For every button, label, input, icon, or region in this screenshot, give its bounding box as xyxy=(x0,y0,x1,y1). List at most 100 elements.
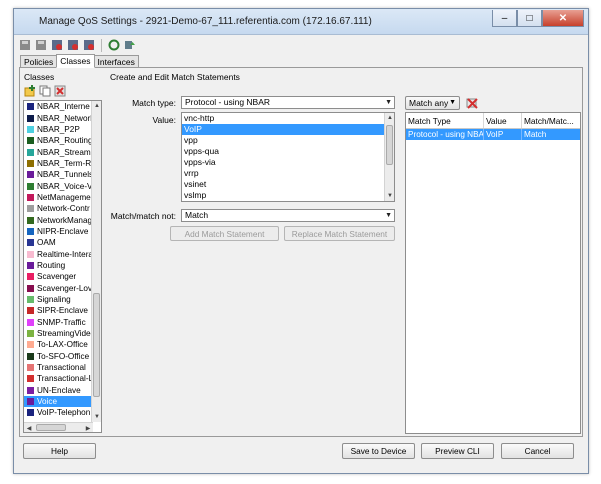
preview-cli-button[interactable]: Preview CLI xyxy=(421,443,494,459)
class-list-item[interactable]: Signaling xyxy=(24,294,101,305)
class-list-item[interactable]: To-LAX-Office xyxy=(24,339,101,350)
disk-gray-icon[interactable] xyxy=(34,38,48,52)
class-list-item[interactable]: NIPR-Enclave xyxy=(24,226,101,237)
scroll-right-icon[interactable]: ▶ xyxy=(83,423,93,432)
column-header[interactable]: Match Type xyxy=(406,113,484,128)
value-list-item[interactable]: vpp xyxy=(182,135,394,146)
value-list-vscrollbar[interactable]: ▲ ▼ xyxy=(384,113,394,201)
scroll-thumb[interactable] xyxy=(386,125,393,165)
class-list-item-label: NetworkManag xyxy=(37,215,93,225)
class-list-item[interactable]: Scavenger xyxy=(24,271,101,282)
shield-red-icon[interactable] xyxy=(82,38,96,52)
scroll-up-icon[interactable]: ▲ xyxy=(385,113,394,123)
add-class-icon[interactable] xyxy=(24,85,36,97)
scroll-down-icon[interactable]: ▼ xyxy=(92,412,101,422)
scroll-down-icon[interactable]: ▼ xyxy=(385,191,394,201)
copy-class-icon[interactable] xyxy=(39,85,51,97)
value-list[interactable]: vnc-http VoIP vpp vpps-qua vpps-via vrrp vsine… xyxy=(181,112,395,202)
class-list-item[interactable]: VoIP-Telephon xyxy=(24,407,101,418)
shield-red-icon[interactable] xyxy=(66,38,80,52)
class-color-swatch xyxy=(27,375,34,383)
save-to-device-button[interactable]: Save to Device xyxy=(342,443,415,459)
class-list-item-label: StreamingVideo xyxy=(37,329,96,339)
class-color-swatch xyxy=(27,125,34,133)
class-list-item-label: NBAR_P2P xyxy=(37,124,80,134)
class-list-item[interactable]: NetManagemer xyxy=(24,192,101,203)
value-list-item[interactable]: vnc-http xyxy=(182,113,394,124)
replace-match-statement-button[interactable]: Replace Match Statement xyxy=(284,226,395,241)
class-list-item[interactable]: To-SFO-Office xyxy=(24,351,101,362)
class-list-hscrollbar[interactable]: ◀ ▶ xyxy=(24,422,93,432)
class-color-swatch xyxy=(27,103,34,111)
class-list-item-label: OAM xyxy=(37,238,56,248)
value-list-item[interactable]: vrrp xyxy=(182,168,394,179)
class-color-swatch xyxy=(27,171,34,179)
minimize-button[interactable]: – xyxy=(492,10,517,27)
class-color-swatch xyxy=(27,273,34,281)
class-list-item[interactable]: NBAR_Voice-Vi xyxy=(24,180,101,191)
value-list-item[interactable]: vslmp xyxy=(182,190,394,201)
class-color-swatch xyxy=(27,261,34,269)
value-list-item[interactable]: VoIP xyxy=(182,124,394,135)
class-list-item[interactable]: Scavenger-Lov xyxy=(24,283,101,294)
match-statement-table[interactable]: Match Type Value Match/Matc... Protocol … xyxy=(405,112,581,434)
scroll-thumb[interactable] xyxy=(36,424,66,431)
class-color-swatch xyxy=(27,182,34,190)
class-list-item[interactable]: Voice xyxy=(24,395,101,408)
class-list-item-label: To-LAX-Office xyxy=(37,340,88,350)
class-list-item[interactable]: Transactional xyxy=(24,362,101,373)
class-list-item-label: NBAR_Tunnels xyxy=(37,170,94,180)
class-list-item[interactable]: SNMP-Traffic xyxy=(24,317,101,328)
shield-red-icon[interactable] xyxy=(50,38,64,52)
match-mode-select[interactable]: Match any ▼ xyxy=(405,96,460,110)
main-toolbar xyxy=(18,36,137,54)
match-not-select[interactable]: Match ▼ xyxy=(181,209,395,222)
class-color-swatch xyxy=(27,364,34,372)
scroll-thumb[interactable] xyxy=(93,293,100,397)
class-list-vscrollbar[interactable]: ▲ ▼ xyxy=(91,101,101,422)
value-list-item[interactable]: vpps-via xyxy=(182,157,394,168)
class-list[interactable]: NBAR_Interne NBAR_Network NBAR_P2P NBAR_Rou… xyxy=(23,100,102,433)
class-list-item-label: NBAR_Term-Re xyxy=(37,158,96,168)
class-list-item[interactable]: Routing xyxy=(24,260,101,271)
class-list-item-label: VoIP-Telephon xyxy=(37,408,91,418)
table-cell: VoIP xyxy=(484,129,522,140)
maximize-button[interactable]: □ xyxy=(517,10,542,27)
deploy-green-icon[interactable] xyxy=(123,38,137,52)
class-list-item-label: NBAR_Streami xyxy=(37,147,93,157)
class-list-item[interactable]: NBAR_Term-Re xyxy=(24,158,101,169)
add-match-statement-button[interactable]: Add Match Statement xyxy=(170,226,279,241)
class-list-item[interactable]: StreamingVideo xyxy=(24,328,101,339)
help-button[interactable]: Help xyxy=(23,443,96,459)
delete-class-icon[interactable] xyxy=(54,85,66,97)
class-list-item-label: SIPR-Enclave xyxy=(37,306,88,316)
table-cell: Match xyxy=(524,130,547,139)
match-type-select[interactable]: Protocol - using NBAR ▼ xyxy=(181,96,395,109)
value-list-item[interactable]: vpps-qua xyxy=(182,146,394,157)
class-list-item[interactable]: OAM xyxy=(24,237,101,248)
classes-label: Classes xyxy=(24,72,55,82)
class-list-item[interactable]: Transactional-L xyxy=(24,373,101,384)
class-list-item-label: Scavenger xyxy=(37,272,77,282)
class-list-item[interactable]: NBAR_P2P xyxy=(24,124,101,135)
class-color-swatch xyxy=(27,205,34,213)
table-cell: Protocol - using NBAR xyxy=(408,129,484,140)
class-list-item[interactable]: Realtime-Intera xyxy=(24,248,101,259)
cancel-button[interactable]: Cancel xyxy=(501,443,574,459)
delete-match-statement-icon[interactable] xyxy=(466,97,478,109)
class-list-item[interactable]: NBAR_Routing xyxy=(24,135,101,146)
tab-classes[interactable]: Classes xyxy=(56,54,95,68)
column-header[interactable]: Value xyxy=(484,113,522,128)
scroll-left-icon[interactable]: ◀ xyxy=(24,423,34,432)
class-list-item[interactable]: NBAR_Tunnels xyxy=(24,169,101,180)
refresh-green-icon[interactable] xyxy=(107,38,121,52)
close-button[interactable]: ✕ xyxy=(542,10,584,27)
class-list-item[interactable]: UN-Enclave xyxy=(24,385,101,396)
table-row[interactable]: Protocol - using NBAR VoIP Match xyxy=(406,129,580,140)
disk-gray-icon[interactable] xyxy=(18,38,32,52)
class-color-swatch xyxy=(27,284,34,292)
class-list-item[interactable]: SIPR-Enclave xyxy=(24,305,101,316)
column-header[interactable]: Match/Matc... xyxy=(522,113,580,128)
class-list-item[interactable]: NBAR_Streami xyxy=(24,146,101,157)
value-list-item[interactable]: vsinet xyxy=(182,179,394,190)
